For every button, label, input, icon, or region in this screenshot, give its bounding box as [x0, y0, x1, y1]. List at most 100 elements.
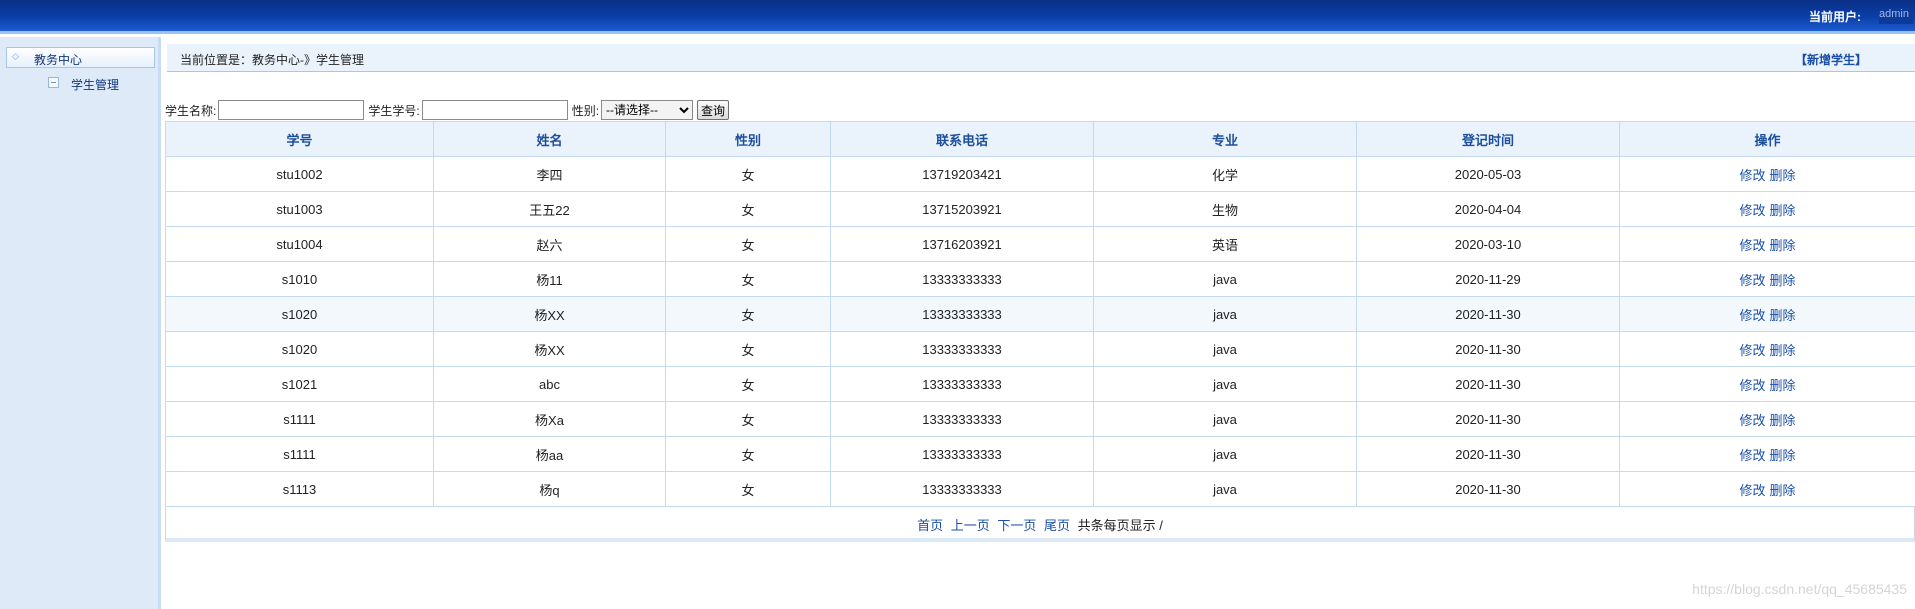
cell-date: 2020-11-30 [1356, 401, 1620, 437]
delete-link[interactable]: 删除 [1770, 483, 1796, 498]
current-username: admin [1879, 8, 1913, 24]
cell-phone: 13333333333 [830, 401, 1094, 437]
pagination: 首页 上一页 下一页 尾页 共条每页显示 / [165, 506, 1915, 542]
delete-link[interactable]: 删除 [1770, 238, 1796, 253]
cell-student-name: 杨XX [433, 331, 666, 367]
pagination-summary: 共条每页显示 / [1077, 518, 1163, 533]
delete-link[interactable]: 删除 [1770, 378, 1796, 393]
watermark-text: https://blog.csdn.net/qq_45685435 [1692, 581, 1907, 597]
student-name-input[interactable] [218, 100, 365, 120]
cell-actions: 修改 删除 [1619, 401, 1915, 437]
edit-link[interactable]: 修改 [1739, 343, 1765, 358]
cell-actions: 修改 删除 [1619, 331, 1915, 367]
sidebar-group-label: 教务中心 [34, 53, 83, 67]
delete-link[interactable]: 删除 [1770, 343, 1796, 358]
prev-page-link[interactable]: 上一页 [951, 518, 990, 533]
cell-major: java [1093, 366, 1357, 402]
cell-student-name: 王五22 [433, 191, 666, 227]
edit-link[interactable]: 修改 [1739, 413, 1765, 428]
cell-date: 2020-11-30 [1356, 471, 1620, 507]
cell-gender: 女 [665, 401, 831, 437]
cell-phone: 13716203921 [830, 226, 1094, 262]
cell-student-id: s1020 [165, 296, 434, 332]
table-row: s1020 杨XX 女 13333333333 java 2020-11-30 … [165, 296, 1915, 332]
cell-student-id: s1111 [165, 401, 434, 437]
student-id-input[interactable] [421, 100, 568, 120]
edit-link[interactable]: 修改 [1739, 378, 1765, 393]
last-page-link[interactable]: 尾页 [1044, 518, 1070, 533]
cell-phone: 13333333333 [830, 366, 1094, 402]
cell-gender: 女 [665, 471, 831, 507]
cell-actions: 修改 删除 [1619, 366, 1915, 402]
cell-major: java [1093, 471, 1357, 507]
cell-date: 2020-05-03 [1356, 156, 1620, 192]
edit-link[interactable]: 修改 [1739, 483, 1765, 498]
bullet-icon: ◇ [12, 51, 19, 61]
delete-link[interactable]: 删除 [1770, 273, 1796, 288]
edit-link[interactable]: 修改 [1739, 448, 1765, 463]
cell-date: 2020-11-29 [1356, 261, 1620, 297]
cell-student-id: s1111 [165, 436, 434, 472]
cell-phone: 13333333333 [830, 261, 1094, 297]
table-row: s1111 杨Xa 女 13333333333 java 2020-11-30 … [165, 401, 1915, 437]
column-header-date: 登记时间 [1356, 121, 1620, 157]
cell-actions: 修改 删除 [1619, 226, 1915, 262]
table-row: s1021 abc 女 13333333333 java 2020-11-30 … [165, 366, 1915, 402]
delete-link[interactable]: 删除 [1770, 413, 1796, 428]
cell-student-name: 杨q [433, 471, 666, 507]
cell-student-name: 杨XX [433, 296, 666, 332]
cell-student-name: 赵六 [433, 226, 666, 262]
cell-actions: 修改 删除 [1619, 436, 1915, 472]
table-row: stu1004 赵六 女 13716203921 英语 2020-03-10 修… [165, 226, 1915, 262]
cell-gender: 女 [665, 156, 831, 192]
cell-date: 2020-11-30 [1356, 436, 1620, 472]
student-name-label: 学生名称: [165, 103, 217, 118]
search-form: 学生名称: 学生学号: 性别: --请选择-- 查询 [165, 99, 730, 121]
cell-date: 2020-11-30 [1356, 366, 1620, 402]
cell-date: 2020-03-10 [1356, 226, 1620, 262]
gender-select[interactable]: --请选择-- [601, 100, 694, 120]
breadcrumb: 当前位置是：教务中心-》学生管理 【新增学生】 [167, 44, 1915, 72]
edit-link[interactable]: 修改 [1739, 203, 1765, 218]
student-table: 学号 姓名 性别 联系电话 专业 登记时间 操作 stu1002 李四 女 13… [165, 121, 1915, 507]
delete-link[interactable]: 删除 [1770, 448, 1796, 463]
cell-student-id: s1020 [165, 331, 434, 367]
column-header-gender: 性别 [665, 121, 831, 157]
cell-phone: 13333333333 [830, 331, 1094, 367]
cell-student-name: 李四 [433, 156, 666, 192]
gender-label: 性别: [571, 103, 600, 118]
query-button[interactable]: 查询 [697, 100, 730, 120]
delete-link[interactable]: 删除 [1770, 203, 1796, 218]
next-page-link[interactable]: 下一页 [997, 518, 1036, 533]
sidebar-group-academic-center[interactable]: ◇ 教务中心 [6, 47, 155, 68]
cell-actions: 修改 删除 [1619, 191, 1915, 227]
sidebar: ◇ 教务中心 学生管理 [0, 37, 161, 609]
edit-link[interactable]: 修改 [1739, 238, 1765, 253]
cell-actions: 修改 删除 [1619, 156, 1915, 192]
breadcrumb-text: 当前位置是：教务中心-》学生管理 [180, 53, 364, 67]
edit-link[interactable]: 修改 [1739, 168, 1765, 183]
cell-major: java [1093, 401, 1357, 437]
sidebar-item-label: 学生管理 [71, 78, 120, 92]
add-student-link[interactable]: 【新增学生】 [1795, 51, 1867, 68]
cell-student-id: s1010 [165, 261, 434, 297]
cell-actions: 修改 删除 [1619, 296, 1915, 332]
cell-phone: 13333333333 [830, 436, 1094, 472]
edit-link[interactable]: 修改 [1739, 308, 1765, 323]
edit-link[interactable]: 修改 [1739, 273, 1765, 288]
first-page-link[interactable]: 首页 [917, 518, 943, 533]
cell-phone: 13333333333 [830, 471, 1094, 507]
cell-major: java [1093, 436, 1357, 472]
cell-major: java [1093, 296, 1357, 332]
table-row: s1020 杨XX 女 13333333333 java 2020-11-30 … [165, 331, 1915, 367]
cell-student-name: 杨aa [433, 436, 666, 472]
column-header-id: 学号 [165, 121, 434, 157]
table-header-row: 学号 姓名 性别 联系电话 专业 登记时间 操作 [165, 121, 1915, 157]
column-header-phone: 联系电话 [830, 121, 1094, 157]
cell-major: java [1093, 261, 1357, 297]
cell-major: java [1093, 331, 1357, 367]
cell-gender: 女 [665, 436, 831, 472]
delete-link[interactable]: 删除 [1770, 168, 1796, 183]
delete-link[interactable]: 删除 [1770, 308, 1796, 323]
collapse-minus-icon [48, 77, 59, 88]
